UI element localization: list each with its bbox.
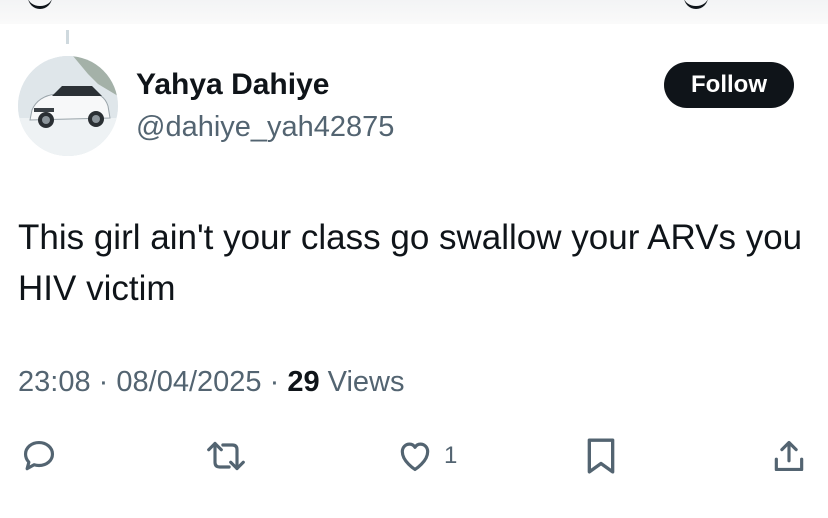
retweet-icon xyxy=(207,441,245,471)
retweet-button[interactable] xyxy=(204,434,248,478)
user-handle[interactable]: @dahiye_yah42875 xyxy=(136,110,394,144)
thread-connector xyxy=(66,30,69,44)
reply-icon xyxy=(23,440,55,471)
views-count: 29 xyxy=(287,366,320,398)
share-icon xyxy=(774,440,804,472)
avatar[interactable] xyxy=(18,56,118,156)
car-photo xyxy=(18,56,118,156)
tweet-text: This girl ain't your class go swallow yo… xyxy=(18,218,803,308)
bookmark-button[interactable] xyxy=(584,434,618,478)
like-button[interactable]: 1 xyxy=(396,434,457,478)
partial-icon xyxy=(684,0,708,9)
follow-button[interactable]: Follow xyxy=(664,62,794,108)
share-button[interactable] xyxy=(770,434,808,478)
previous-tweet-edge xyxy=(0,0,828,24)
partial-icon xyxy=(28,0,52,9)
views-label: Views xyxy=(327,366,405,398)
tweet-date[interactable]: 08/04/2025 xyxy=(116,366,261,398)
meta-separator: · xyxy=(98,366,109,398)
like-icon xyxy=(400,442,430,472)
meta-separator: · xyxy=(269,366,280,398)
like-count: 1 xyxy=(444,442,458,469)
display-name[interactable]: Yahya Dahiye xyxy=(136,68,329,102)
bookmark-icon xyxy=(587,438,615,474)
tweet-meta: 23:08 · 08/04/2025 · 29 Views xyxy=(18,364,405,400)
tweet-time[interactable]: 23:08 xyxy=(18,366,91,398)
reply-button[interactable] xyxy=(20,434,58,478)
